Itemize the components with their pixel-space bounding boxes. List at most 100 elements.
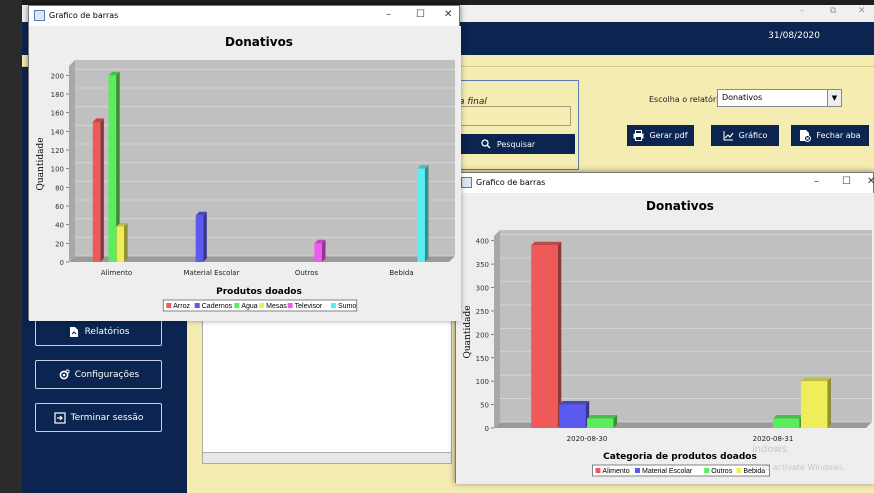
legend-swatch <box>287 303 293 308</box>
chart-title: Donativos <box>646 199 714 213</box>
bar-top-face <box>773 415 804 419</box>
x-tick-label: Bebida <box>389 269 413 277</box>
close-tab-label: Fechar aba <box>816 131 861 140</box>
bar-top-face <box>531 241 562 246</box>
bar-side-face <box>124 222 128 262</box>
x-axis-label: Produtos doados <box>216 287 302 297</box>
chart-window-body: Donativos 0 20 40 60 80 100 120 140 160 180 200 Quan… <box>29 26 461 321</box>
close-button[interactable]: ✕ <box>867 176 874 187</box>
report-select-value: Donativos <box>722 93 763 102</box>
x-tick-label: Material Escolar <box>184 269 240 277</box>
generate-pdf-label: Gerar pdf <box>649 131 688 140</box>
legend-swatch <box>635 468 640 473</box>
y-tick-label: 50 <box>480 402 489 410</box>
plot-side-wall <box>69 60 75 262</box>
y-tick-label: 0 <box>60 259 64 267</box>
y-tick-label: 120 <box>51 147 64 155</box>
y-tick-label: 100 <box>51 166 64 174</box>
plot-background <box>75 60 455 256</box>
activation-watermark-line1: indows <box>752 444 787 455</box>
table-horizontal-scrollbar[interactable] <box>202 452 452 464</box>
bar-side-face <box>321 239 326 262</box>
legend-label: Material Escolar <box>642 468 693 475</box>
bar-side-face <box>557 241 562 428</box>
bar <box>116 226 125 262</box>
gear-icon <box>59 368 70 379</box>
maximize-button[interactable]: ☐ <box>842 176 851 187</box>
bar <box>587 418 614 428</box>
bar <box>773 418 800 428</box>
chart-window-title: Grafico de barras <box>49 11 119 20</box>
bar-top-face <box>587 415 618 419</box>
report-select[interactable]: Donativos ▼ <box>717 89 842 107</box>
chart-title: Donativos <box>225 35 293 49</box>
y-tick-label: 180 <box>51 91 64 99</box>
minimize-button[interactable]: – <box>814 176 819 187</box>
search-button[interactable]: Pesquisar <box>441 134 575 154</box>
sidebar-item-logout[interactable]: Terminar sessão <box>35 403 162 432</box>
generate-pdf-button[interactable]: Gerar pdf <box>627 125 694 146</box>
x-axis-label: Categoria de produtos doados <box>603 452 757 462</box>
app-icon <box>461 177 472 188</box>
bar-chart-by-date: Donativos 0 50 100 150 200 250 300 350 400 Quantid… <box>456 193 874 484</box>
legend-swatch <box>259 303 265 308</box>
y-tick-label: 40 <box>55 222 64 230</box>
x-tick-label: Outros <box>295 269 319 277</box>
y-tick-label: 140 <box>51 128 64 136</box>
sidebar-item-settings[interactable]: Configurações <box>35 360 162 389</box>
y-tick-label: 60 <box>55 203 64 211</box>
legend-label: Sumo <box>338 303 356 310</box>
logout-icon <box>54 411 66 424</box>
y-axis-label: Quantidade <box>463 305 473 358</box>
sidebar-item-label: Configurações <box>74 369 140 380</box>
sidebar-item-label: Terminar sessão <box>70 412 144 423</box>
activation-watermark-line2: to activate Windows. <box>762 463 846 472</box>
close-button[interactable]: ✕ <box>858 6 866 16</box>
legend-label: Agua <box>241 303 257 310</box>
printer-icon <box>633 130 644 141</box>
search-icon <box>481 139 491 149</box>
app-icon <box>34 10 45 21</box>
sidebar-item-reports[interactable]: Relatórios <box>35 317 162 346</box>
legend-swatch <box>234 303 240 308</box>
y-tick-label: 350 <box>476 261 489 269</box>
close-document-icon <box>800 129 812 142</box>
legend-label: Outros <box>711 468 733 475</box>
legend-label: Mesas <box>266 303 287 310</box>
document-icon <box>69 326 78 337</box>
plot-side-wall <box>494 230 500 428</box>
maximize-button[interactable]: ☐ <box>416 9 425 20</box>
y-tick-label: 300 <box>476 285 489 293</box>
y-tick-label: 150 <box>476 355 489 363</box>
bar <box>417 168 425 262</box>
y-tick-label: 200 <box>51 72 64 80</box>
minimize-button[interactable]: – <box>800 6 805 16</box>
legend-swatch <box>194 303 200 308</box>
restore-button[interactable]: ⧉ <box>830 6 836 16</box>
bar <box>108 75 117 262</box>
y-tick-label: 100 <box>476 378 489 386</box>
legend-label: Televisor <box>295 303 323 310</box>
bar-side-face <box>424 165 429 262</box>
chevron-down-icon: ▼ <box>827 90 841 106</box>
close-tab-button[interactable]: Fechar aba <box>791 125 869 146</box>
bar-side-face <box>203 211 207 262</box>
bar <box>92 122 101 262</box>
chart-window-titlebar: Grafico de barras – ☐ ✕ <box>29 6 459 26</box>
y-axis-label: Quantidade <box>36 137 46 190</box>
sidebar-item-label: Relatórios <box>84 326 130 337</box>
bar-side-face <box>100 118 104 263</box>
legend-swatch <box>330 303 336 308</box>
legend-label: Arroz <box>173 303 190 310</box>
x-tick-label: 2020-08-31 <box>753 435 794 443</box>
minimize-button[interactable]: – <box>386 9 391 20</box>
bar-top-face <box>800 377 832 382</box>
chart-button-label: Gráfico <box>738 131 768 140</box>
legend-swatch <box>704 468 710 473</box>
chart-window-titlebar: Grafico de barras – ☐ ✕ <box>456 173 874 193</box>
chart-button[interactable]: Gráfico <box>711 125 779 146</box>
x-tick-label: Alimento <box>101 269 132 277</box>
chart-window-by-date: Grafico de barras – ☐ ✕ Donativos 0 50 100 1… <box>455 172 874 484</box>
chart-window-title: Grafico de barras <box>476 178 546 187</box>
close-button[interactable]: ✕ <box>444 9 452 20</box>
